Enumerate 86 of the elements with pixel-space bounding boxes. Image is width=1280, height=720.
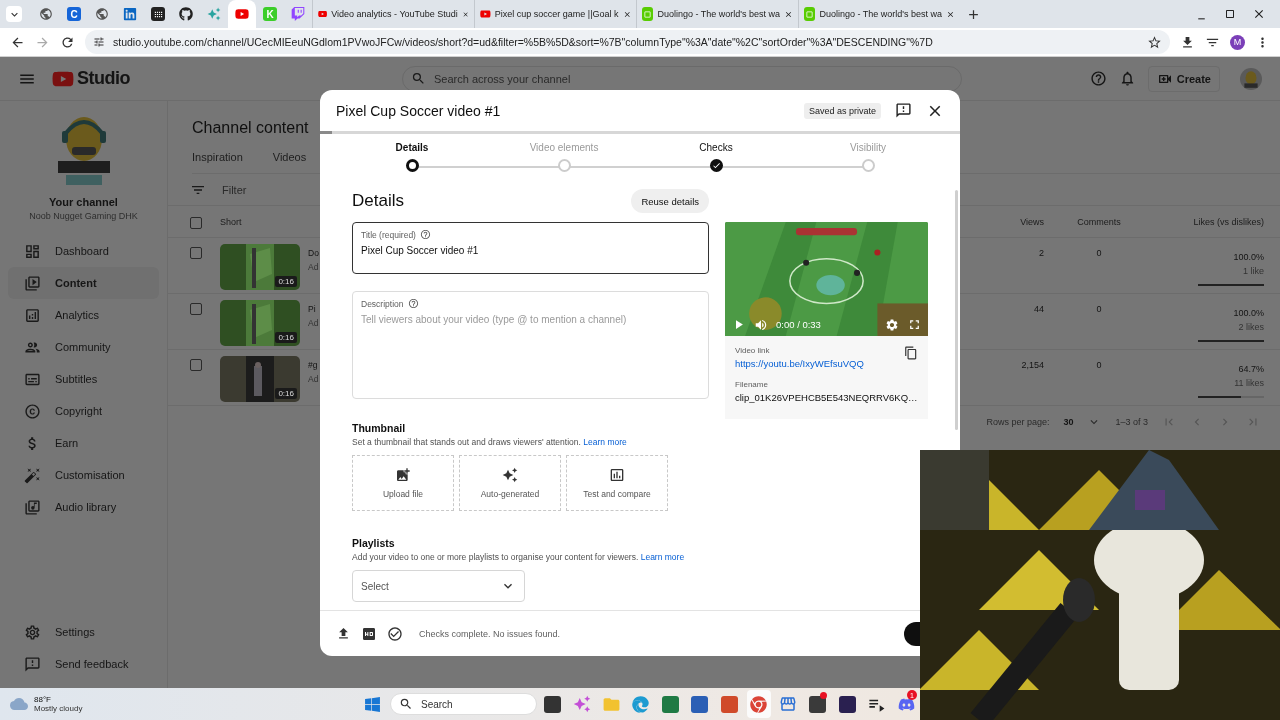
column-header: Likes (vs dislikes) xyxy=(1192,216,1264,227)
address-bar[interactable]: studio.youtube.com/channel/UCecMIEeuNGdlom1PVwoJFCw/videos/short?d=ud&filter=%5B%5D&sort=%7B"columnType"%3A"date"%2C"sortOrder"%3A"DESCENDING"%7D xyxy=(85,30,1170,54)
filename: clip_01K26VPEHCB5E543NEQRRV6KQ… xyxy=(735,392,918,403)
video-title: Do xyxy=(308,248,319,258)
video-time: 0:00 / 0:33 xyxy=(776,319,822,330)
page-title: Channel content xyxy=(192,119,310,137)
nav-item[interactable]: Copyright xyxy=(8,395,159,427)
table-cell-text: 100.0% xyxy=(1233,307,1264,318)
tab-title: Pixel cup soccer game ||Goal k xyxy=(494,9,619,19)
tab-title: Video analytics - YouTube Studi xyxy=(331,9,458,19)
learn-more-link[interactable]: Learn more xyxy=(640,552,685,562)
section-heading: Details xyxy=(352,191,404,211)
temperature: 88°F xyxy=(34,695,52,704)
filter-field[interactable]: Filter xyxy=(222,183,247,196)
create-button[interactable]: Create xyxy=(1147,65,1220,92)
status-text: Checks complete. No issues found. xyxy=(419,628,562,639)
info-label: Video link xyxy=(735,346,770,355)
title-field[interactable]: Title (required) Pixel Cup Soccer video #1 xyxy=(352,222,709,274)
description-field[interactable]: Description Tell viewers about your video (type @ to mention a channel) xyxy=(352,291,709,399)
learn-more-link[interactable]: Learn more xyxy=(583,437,627,447)
video-subtitle: Ad xyxy=(308,374,319,384)
table-cell-text: 0 xyxy=(1095,247,1103,258)
nav-item[interactable]: Content xyxy=(8,267,159,299)
tab-title: Duolingo - The world's best wa xyxy=(819,9,943,19)
step[interactable]: Details xyxy=(336,134,488,174)
table-cell-text: 64.7% xyxy=(1238,363,1264,374)
likes-count: 1 like xyxy=(1243,266,1264,276)
channel-name: Noob Nugget Gaming DHK xyxy=(29,211,138,221)
content-tab[interactable]: Inspiration xyxy=(192,151,243,163)
search-field[interactable]: Search xyxy=(390,693,537,715)
tab-title: Duolingo - The world's best wa xyxy=(657,9,781,19)
likes-count: 11 likes xyxy=(1234,378,1264,388)
nav-item[interactable]: Dashboard xyxy=(8,235,159,267)
column-header: Comments xyxy=(1076,216,1122,227)
thumbnail-option[interactable]: Test and compare xyxy=(566,455,668,511)
rows-per-page-value[interactable]: 30 xyxy=(1063,417,1074,427)
thumbnail-option[interactable]: Auto-generated xyxy=(459,455,561,511)
nav-item[interactable]: Analytics xyxy=(8,299,159,331)
thumbnail-option[interactable]: Upload file xyxy=(352,455,454,511)
section-description: Set a thumbnail that stands out and draws viewers' attention. Learn more xyxy=(352,437,628,447)
weather-condition: Mostly cloudy xyxy=(34,704,83,713)
tab-icon: C xyxy=(67,7,81,21)
tab-icon: K xyxy=(263,7,277,21)
table-cell-text: 0 xyxy=(1095,303,1103,314)
table-cell-text: 2 xyxy=(1038,247,1044,258)
page-range: 1–3 of 3 xyxy=(1115,417,1148,427)
video-subtitle: Ad xyxy=(308,262,319,272)
nav-item[interactable]: Subtitles xyxy=(8,363,159,395)
duration-badge: 0:16 xyxy=(275,276,297,287)
nav-item[interactable]: Send feedback xyxy=(8,648,159,680)
step[interactable]: Checks xyxy=(640,134,792,174)
nav-item[interactable]: Earn xyxy=(8,427,159,459)
nav-item[interactable]: Community xyxy=(8,331,159,363)
nav-item[interactable]: Audio library xyxy=(8,491,159,523)
video-link[interactable]: https://youtu.be/IxyWEfsuVQQ xyxy=(735,358,864,369)
browser-tab[interactable]: C xyxy=(60,0,88,28)
dialog-title: Pixel Cup Soccer video #1 xyxy=(336,102,502,119)
reuse-details-button[interactable]: Reuse details xyxy=(631,189,709,213)
duration-badge: 0:16 xyxy=(275,332,297,343)
table-cell-text: 2,154 xyxy=(1020,359,1044,370)
table-cell-text: 100.0% xyxy=(1233,251,1264,262)
nav-item[interactable]: Customisation xyxy=(8,459,159,491)
column-header: Views xyxy=(1019,216,1044,227)
step[interactable]: Visibility xyxy=(792,134,944,174)
section-heading: Playlists xyxy=(352,537,396,549)
step[interactable]: Video elements xyxy=(488,134,640,174)
column-header: Short xyxy=(220,216,243,227)
section-description: Add your video to one or more playlists to organise your content for viewers. Learn more xyxy=(352,552,686,562)
profile-avatar[interactable]: M xyxy=(1230,34,1245,50)
video-title: Pi xyxy=(308,304,316,314)
duration-badge: 0:16 xyxy=(275,388,297,399)
playlist-select[interactable]: Select xyxy=(352,570,525,602)
status-chip: Saved as private xyxy=(803,102,881,119)
url-text: studio.youtube.com/channel/UCecMIEeuNGdlom1PVwoJFCw/videos/short?d=ud&filter=%5B%5D&sort=%7B"columnType"%3A"date"%2C"sortOrder"%3A"DESCENDING"%7D xyxy=(113,36,934,48)
table-cell-text: 0 xyxy=(1095,359,1103,370)
table-cell-text: 44 xyxy=(1033,303,1044,314)
content-tab[interactable]: Videos xyxy=(272,151,307,163)
likes-count: 2 likes xyxy=(1238,322,1264,332)
section-heading: Thumbnail xyxy=(352,422,407,434)
video-title: #g xyxy=(308,360,318,370)
channel-label: Your channel xyxy=(49,196,118,208)
rows-per-page-label: Rows per page: xyxy=(986,417,1050,427)
video-subtitle: Ad xyxy=(308,318,319,328)
logo-text: Studio xyxy=(77,68,130,89)
info-label: Filename xyxy=(735,380,768,389)
nav-item[interactable]: Settings xyxy=(8,616,159,648)
